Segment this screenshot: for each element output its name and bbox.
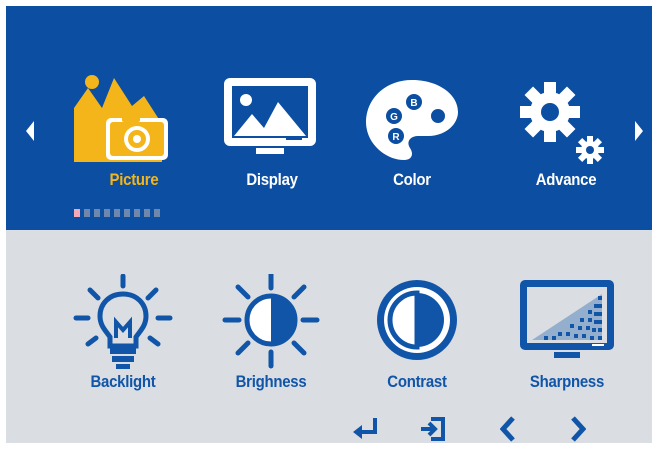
page-dot bbox=[114, 209, 120, 217]
color-palette-icon: G B R bbox=[366, 80, 458, 160]
submenu-label: Sharpness bbox=[529, 372, 605, 391]
enter-button[interactable] bbox=[352, 414, 380, 443]
page-dot bbox=[144, 209, 150, 217]
right-button[interactable] bbox=[564, 414, 592, 443]
page-dot bbox=[154, 209, 160, 217]
contrast-icon bbox=[377, 280, 457, 360]
exit-icon bbox=[421, 417, 445, 441]
page-dot bbox=[124, 209, 130, 217]
svg-text:G: G bbox=[390, 112, 398, 123]
right-icon bbox=[571, 416, 586, 442]
submenu-backlight[interactable]: Backlight bbox=[58, 274, 188, 404]
gears-icon bbox=[520, 82, 604, 164]
left-button[interactable] bbox=[494, 414, 522, 443]
category-bar: Picture Display G B R Color Advance bbox=[6, 6, 652, 230]
submenu-label: Backlight bbox=[90, 372, 156, 391]
category-label: Picture bbox=[109, 170, 159, 189]
brightness-icon bbox=[222, 274, 320, 369]
osd-menu: Picture Display G B R Color Advance Back… bbox=[6, 6, 652, 443]
triangle-right-icon bbox=[635, 121, 643, 141]
display-icon bbox=[224, 78, 316, 154]
submenu-brightness[interactable]: Brighness bbox=[206, 274, 336, 404]
prev-category-button[interactable] bbox=[24, 118, 36, 144]
submenu-contrast[interactable]: Contrast bbox=[352, 274, 482, 404]
picture-icon bbox=[74, 75, 168, 162]
enter-icon bbox=[353, 418, 377, 439]
svg-text:B: B bbox=[410, 98, 417, 109]
left-icon bbox=[500, 416, 515, 442]
page-dot bbox=[84, 209, 90, 217]
submenu-label: Contrast bbox=[387, 372, 447, 391]
submenu-label: Brighness bbox=[235, 372, 307, 391]
page-dot bbox=[74, 209, 80, 217]
page-dot bbox=[104, 209, 110, 217]
lightbulb-icon bbox=[73, 274, 173, 369]
category-color[interactable]: G B R Color bbox=[352, 72, 472, 192]
category-label: Color bbox=[393, 170, 431, 189]
page-dot bbox=[134, 209, 140, 217]
submenu-sharpness[interactable]: Sharpness bbox=[502, 274, 632, 404]
svg-text:R: R bbox=[392, 132, 400, 143]
page-dot bbox=[94, 209, 100, 217]
category-label: Display bbox=[246, 170, 298, 189]
category-advance[interactable]: Advance bbox=[506, 72, 626, 192]
sharpness-icon bbox=[520, 280, 614, 358]
exit-button[interactable] bbox=[420, 414, 448, 443]
triangle-left-icon bbox=[26, 121, 34, 141]
category-label: Advance bbox=[535, 170, 597, 189]
next-category-button[interactable] bbox=[633, 118, 645, 144]
page-indicator bbox=[74, 209, 160, 217]
category-display[interactable]: Display bbox=[212, 72, 332, 192]
category-picture[interactable]: Picture bbox=[74, 72, 194, 192]
